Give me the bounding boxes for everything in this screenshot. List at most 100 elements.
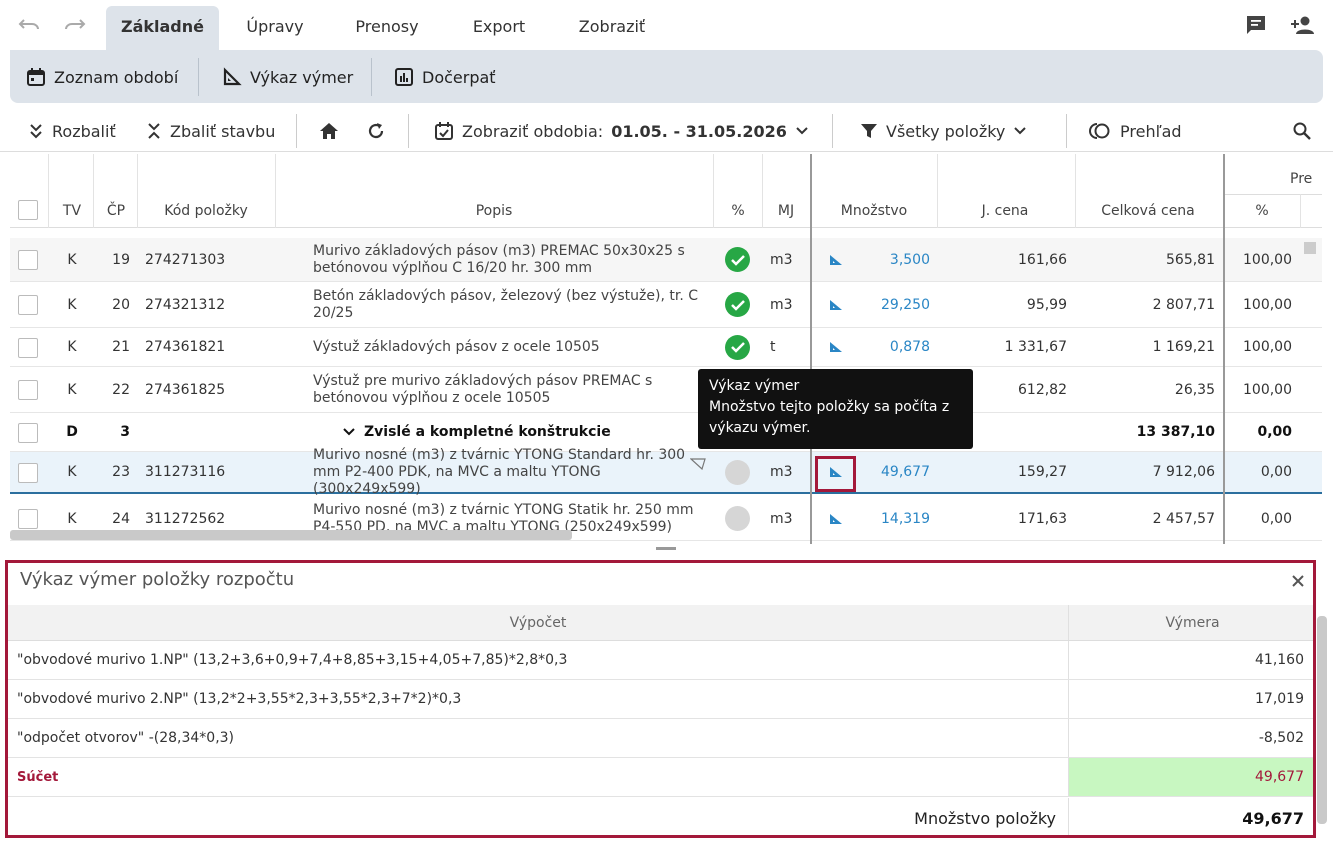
search-icon[interactable]	[1292, 119, 1312, 143]
collapse-icon	[148, 123, 160, 139]
overview-button[interactable]: Prehľad	[1088, 119, 1182, 143]
table-row[interactable]: K 20 274321312 Betón základových pásov, žel…	[10, 282, 1322, 328]
group-divider	[1225, 194, 1322, 195]
col-divider	[1075, 154, 1076, 228]
col-tv[interactable]: TV	[58, 203, 86, 219]
col-divider	[48, 154, 49, 228]
sum-value: 49,677	[1255, 769, 1304, 785]
ruler-triangle-icon[interactable]	[828, 328, 848, 366]
bar-chart-icon	[395, 68, 413, 86]
cell-desc: Murivo základových pásov (m3) PREMAC 50x…	[313, 242, 685, 276]
grid-scrollbar-thumb[interactable]	[1304, 242, 1316, 254]
cell-pct: 0,00	[1260, 464, 1292, 480]
period-label: Zobraziť obdobia:	[462, 121, 604, 141]
cell-code: 274271303	[145, 251, 226, 268]
ruler-triangle-icon[interactable]	[828, 238, 848, 281]
measure-label: Výkaz výmer	[250, 67, 354, 87]
col-pct2[interactable]: %	[1226, 203, 1298, 219]
cell-tv: K	[67, 339, 77, 355]
cell-total: 565,81	[1166, 251, 1215, 268]
cell-qty[interactable]: 0,878	[850, 328, 930, 366]
cell-unit-price: 95,99	[1026, 296, 1067, 313]
calc-row[interactable]: "obvodové murivo 1.NP" (13,2+3,6+0,9+7,4…	[8, 641, 1313, 680]
row-checkbox[interactable]	[18, 463, 38, 483]
col-cp[interactable]: ČP	[102, 203, 130, 219]
cell-unit-price: 1 331,67	[1004, 339, 1067, 355]
panel-scrollbar[interactable]	[1317, 616, 1327, 824]
cell-pct: 100,00	[1243, 339, 1292, 355]
panel-splitter[interactable]	[0, 544, 1333, 558]
filter-dropdown[interactable]: Všetky položky	[860, 119, 1027, 143]
tab-zobrazit[interactable]: Zobraziť	[558, 6, 666, 52]
col-mj[interactable]: MJ	[762, 203, 810, 219]
close-icon[interactable]	[1291, 569, 1305, 593]
undo-icon[interactable]	[16, 14, 42, 38]
select-all-checkbox[interactable]	[18, 200, 38, 220]
col-pct[interactable]: %	[714, 203, 762, 219]
cell-code: 274321312	[145, 296, 226, 313]
refresh-icon[interactable]	[366, 119, 386, 143]
splitter-handle[interactable]	[656, 547, 676, 550]
table-row[interactable]: K 23 311273116 Murivo nosné (m3) z tvárnic …	[10, 447, 1322, 497]
expand-button[interactable]: Rozbaliť	[28, 119, 116, 143]
row-checkbox[interactable]	[18, 422, 38, 443]
comment-icon[interactable]	[1245, 14, 1271, 38]
col-unit-price[interactable]: J. cena	[936, 203, 1074, 219]
cell-pct: 100,00	[1243, 251, 1292, 268]
row-checkbox[interactable]	[18, 380, 38, 400]
chevron-down-icon[interactable]	[342, 427, 356, 437]
cell-tv: K	[67, 381, 77, 398]
col-calc: Výpočet	[509, 615, 567, 631]
tab-upravy[interactable]: Úpravy	[226, 6, 324, 52]
redo-icon[interactable]	[62, 14, 88, 38]
add-user-icon[interactable]	[1290, 14, 1316, 38]
cell-total: 2 457,57	[1152, 510, 1215, 527]
tab-export[interactable]: Export	[452, 6, 546, 52]
collapse-button[interactable]: Zbaliť stavbu	[146, 119, 275, 143]
grid-header: TV ČP Kód položky Popis % MJ Množstvo J.…	[10, 154, 1322, 228]
grid-horizontal-scrollbar[interactable]	[10, 530, 572, 540]
row-checkbox[interactable]	[18, 295, 38, 315]
row-checkbox[interactable]	[18, 337, 38, 358]
cell-qty[interactable]: 29,250	[850, 282, 930, 327]
home-icon[interactable]	[318, 119, 340, 143]
col-qty[interactable]: Množstvo	[812, 203, 936, 219]
cell-qty[interactable]: 3,500	[850, 238, 930, 281]
col-group-label: Pre	[1290, 171, 1313, 187]
cell-code: 311273116	[145, 464, 226, 480]
table-row[interactable]: K 19 274271303 Murivo základových pásov (m3…	[10, 238, 1322, 282]
status-ok-icon	[725, 328, 751, 366]
period-selector[interactable]: Zobraziť obdobia: 01.05. - 31.05.2026	[434, 119, 809, 143]
cell-qty[interactable]: 49,677	[850, 452, 930, 492]
double-chevron-down-icon	[30, 124, 42, 139]
tab-prenosy[interactable]: Prenosy	[338, 6, 436, 52]
row-checkbox[interactable]	[18, 509, 38, 529]
cell-code: 274361821	[145, 339, 226, 355]
table-row[interactable]: K 22 274361825 Výstuž pre murivo základovýc…	[10, 367, 1322, 413]
cell-unit-price: 171,63	[1018, 510, 1067, 527]
ruler-triangle-icon[interactable]	[828, 282, 848, 327]
col-desc[interactable]: Popis	[274, 203, 714, 219]
col-total[interactable]: Celková cena	[1074, 203, 1222, 219]
cell-qty[interactable]: 14,319	[850, 497, 930, 540]
divider	[832, 114, 833, 148]
cell-tv: K	[67, 251, 77, 268]
cell-tv: D	[66, 424, 78, 440]
cell-cp: 20	[112, 296, 130, 313]
measure-button[interactable]: Výkaz výmer	[222, 64, 353, 90]
col-code[interactable]: Kód položky	[138, 203, 274, 219]
calc-row[interactable]: "obvodové murivo 2.NP" (13,2*2+3,55*2,3+…	[8, 680, 1313, 719]
status-ok-icon	[725, 238, 751, 281]
col-divider	[1068, 680, 1069, 718]
periods-button[interactable]: Zoznam období	[26, 64, 178, 90]
tab-zakladne[interactable]: Základné	[106, 6, 219, 52]
draw-button[interactable]: Dočerpať	[394, 64, 496, 90]
panel-header: Výpočet Výmera	[8, 605, 1313, 641]
row-checkbox[interactable]	[18, 250, 38, 270]
sum-row: Súčet 49,677	[8, 758, 1313, 797]
ruler-triangle-icon[interactable]	[828, 497, 848, 540]
cell-pct: 0,00	[1260, 510, 1292, 527]
cell-unit-price: 161,66	[1018, 251, 1067, 268]
table-row[interactable]: K 21 274361821 Výstuž základových pásov z o…	[10, 328, 1322, 367]
calc-row[interactable]: "odpočet otvorov" -(28,34*0,3) -8,502	[8, 719, 1313, 758]
